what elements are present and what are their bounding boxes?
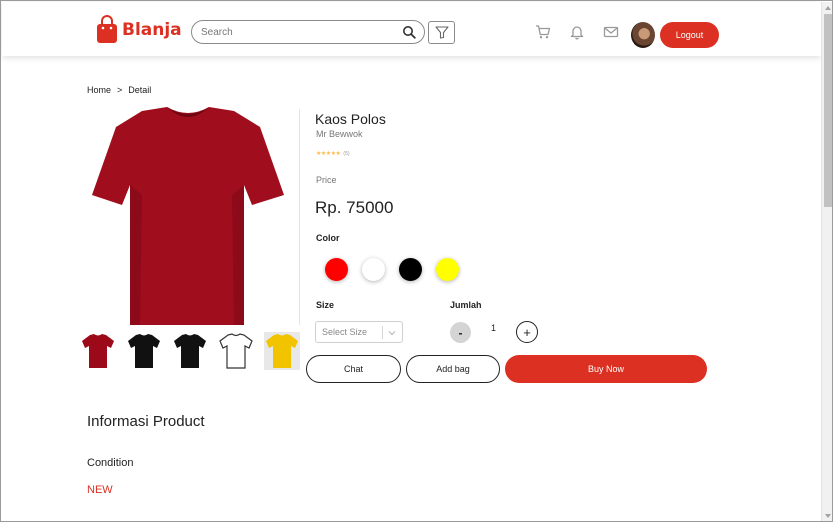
size-select-separator	[382, 326, 383, 339]
brand-logo[interactable]: Blanja	[96, 15, 182, 44]
thumbnail-black[interactable]	[126, 332, 162, 370]
product-info-heading: Informasi Product	[87, 413, 205, 430]
chevron-down-icon	[388, 331, 396, 336]
breadcrumb: Home > Detail	[87, 85, 151, 95]
quantity-decrease-button[interactable]: -	[450, 322, 471, 343]
product-title: Kaos Polos	[315, 111, 386, 127]
thumbnail-white[interactable]	[218, 332, 254, 370]
filter-button[interactable]	[428, 21, 455, 44]
size-select-value: Select Size	[322, 327, 368, 337]
rating-count: (5)	[343, 150, 350, 157]
thumbnail-red[interactable]	[80, 332, 116, 370]
color-label: Color	[316, 233, 340, 243]
logout-button[interactable]: Logout	[660, 22, 719, 48]
chat-button[interactable]: Chat	[306, 355, 401, 383]
product-seller: Mr Bewwok	[316, 129, 363, 139]
shopping-bag-logo-icon	[97, 15, 117, 43]
color-swatch-black[interactable]	[399, 258, 422, 281]
breadcrumb-home[interactable]: Home	[87, 85, 111, 95]
color-swatch-red[interactable]	[325, 258, 348, 281]
thumbnail-black-2[interactable]	[172, 332, 208, 370]
navbar: Blanja Logout	[2, 2, 821, 56]
breadcrumb-current: Detail	[128, 85, 152, 95]
size-label: Size	[316, 300, 335, 310]
breadcrumb-separator: >	[117, 85, 123, 95]
search-input[interactable]	[201, 25, 391, 40]
quantity-label: Jumlah	[450, 300, 482, 310]
condition-label: Condition	[87, 457, 134, 469]
image-divider	[299, 109, 300, 325]
scroll-down-arrow-icon[interactable]	[824, 512, 832, 520]
color-swatches	[325, 258, 459, 281]
thumbnail-yellow[interactable]	[264, 332, 300, 370]
quantity-increase-button[interactable]: +	[516, 321, 538, 343]
buy-now-button[interactable]: Buy Now	[505, 355, 707, 383]
scroll-up-arrow-icon[interactable]	[824, 4, 832, 12]
color-swatch-white[interactable]	[362, 258, 385, 281]
browser-viewport: Blanja Logout	[0, 0, 833, 522]
rating-stars-icon: ★★★★★	[316, 151, 341, 157]
cart-icon[interactable]	[535, 24, 551, 40]
search-bar	[191, 20, 425, 44]
brand-name: Blanja	[122, 19, 182, 40]
product-price: Rp. 75000	[315, 198, 394, 217]
add-bag-button[interactable]: Add bag	[406, 355, 500, 383]
product-rating: ★★★★★ (5)	[316, 150, 350, 158]
filter-icon	[435, 26, 449, 39]
user-avatar[interactable]	[631, 22, 655, 48]
condition-value: NEW	[87, 484, 113, 496]
quantity-value: 1	[491, 323, 497, 333]
price-label: Price	[316, 175, 337, 185]
product-main-image	[92, 107, 284, 325]
search-icon[interactable]	[402, 25, 416, 39]
bell-icon[interactable]	[569, 24, 585, 40]
scrollbar-thumb[interactable]	[824, 14, 832, 207]
scrollbar[interactable]	[821, 2, 832, 521]
thumbnail-list	[80, 332, 300, 370]
size-select[interactable]: Select Size	[315, 321, 403, 343]
color-swatch-yellow[interactable]	[436, 258, 459, 281]
mail-icon[interactable]	[603, 24, 619, 40]
